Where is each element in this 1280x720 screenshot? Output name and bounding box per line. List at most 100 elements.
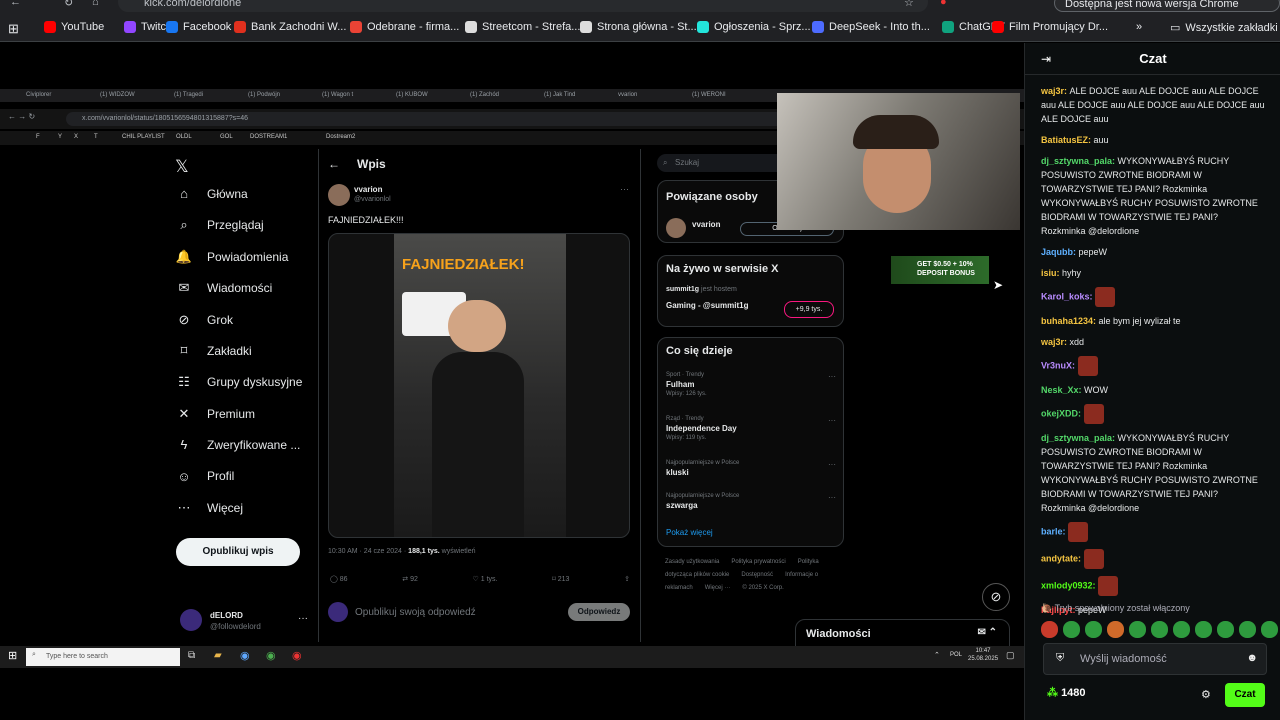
chat-send-button[interactable]: Czat xyxy=(1225,683,1265,707)
cursor-icon: ➤ xyxy=(993,278,1004,292)
bolt-icon: ϟ xyxy=(180,437,188,453)
live-count: +9,9 tys. xyxy=(784,301,834,318)
bookmark-favicon-icon xyxy=(124,21,136,33)
chat-separator: : xyxy=(1072,360,1078,371)
messages-drawer: Wiadomości ✉ ⌃ xyxy=(795,619,1010,647)
chat-username[interactable]: Karol_koks xyxy=(1041,291,1090,301)
chat-username[interactable]: BatiatusEZ xyxy=(1041,135,1088,145)
account-name: dELORD xyxy=(210,611,243,620)
chat-username[interactable]: isiu xyxy=(1041,268,1057,278)
chat-username[interactable]: barle xyxy=(1041,526,1063,536)
live-title: Na żywo w serwisie X xyxy=(666,263,779,275)
quick-emote-icon[interactable] xyxy=(1063,621,1080,638)
quick-emote-icon[interactable] xyxy=(1085,621,1102,638)
chat-username[interactable]: andytate xyxy=(1041,553,1078,563)
chat-username[interactable]: Jaqubb xyxy=(1041,247,1073,257)
chat-username[interactable]: Vr3nuX xyxy=(1041,360,1072,370)
extension-icon[interactable]: ● xyxy=(940,0,947,8)
chat-emote-icon xyxy=(1098,576,1119,596)
chat-username[interactable]: waj3r xyxy=(1041,86,1064,96)
stream-video[interactable]: Civiplorer (1) WIDZOW (1) Tragedi (1) Podwó… xyxy=(0,43,1024,671)
trend-more-icon: ··· xyxy=(828,372,836,381)
quick-emote-icon[interactable] xyxy=(1217,621,1234,638)
trend-category: Sport · Trendy xyxy=(666,372,705,378)
post-text: FAJNIEDZIAŁEK!!! xyxy=(328,215,404,225)
collapse-chat-icon[interactable]: ⇥ xyxy=(1041,43,1051,75)
tray-lang: POL xyxy=(950,652,963,658)
snail-icon: 🐌 xyxy=(1041,603,1053,613)
trend-item: Rząd · Trendy Independence Day Wpisy: 119 … xyxy=(666,416,836,441)
reload-icon[interactable]: ↻ xyxy=(64,0,73,9)
chat-text: WOW xyxy=(1084,385,1109,395)
bookmark-item[interactable]: Strona główna - St... xyxy=(580,21,697,33)
bookmark-item[interactable]: Twitch xyxy=(124,21,172,33)
quick-emote-icon[interactable] xyxy=(1107,621,1124,638)
inner-tab: (1) Podwójn xyxy=(248,92,281,98)
channel-points[interactable]: ⁂ 1480 xyxy=(1047,686,1086,699)
reply-avatar xyxy=(328,602,348,622)
chrome-update-button[interactable]: Dostępna jest nowa wersja Chrome xyxy=(1054,0,1280,12)
bookmark-item[interactable]: DeepSeek - Into th... xyxy=(812,21,930,33)
search-icon: ⌕ xyxy=(180,217,188,233)
bookmarks-bar: ⊞ YouTube Twitch Facebook Bank Zachodni W..… xyxy=(0,14,1280,42)
chevron-right-icon[interactable]: » xyxy=(1136,21,1142,33)
quick-emote-icon[interactable] xyxy=(1173,621,1190,638)
tray-chevron-icon: ⌃ xyxy=(934,652,940,659)
trend-more-icon: ··· xyxy=(828,416,836,425)
chat-username[interactable]: waj3r xyxy=(1041,337,1064,347)
home-icon[interactable]: ⌂ xyxy=(92,0,99,8)
back-icon[interactable]: ← xyxy=(10,0,21,8)
trend-count: Wpisy: 126 tys. xyxy=(666,391,707,397)
chat-input[interactable]: ⛨ Wyślij wiadomość ☻ xyxy=(1043,643,1267,675)
gear-icon[interactable]: ⚙ xyxy=(1201,688,1211,701)
chat-username[interactable]: xmlody0932 xyxy=(1041,580,1093,590)
chat-username[interactable]: dj_sztywna_pala xyxy=(1041,156,1112,166)
footer-link: Więcej ··· xyxy=(704,585,731,591)
trend-category: Najpopularniejsze w Polsce xyxy=(666,493,740,499)
author-name: vvarion xyxy=(354,185,383,194)
bookmark-item[interactable]: Streetcom - Strefa... xyxy=(465,21,580,33)
chrome-icon: ◉ xyxy=(266,650,276,662)
post-actions: ◯ 86 ⇄ 92 ♡ 1 tys. ⌑ 213 ⇪ xyxy=(330,575,630,583)
quick-emote-icon[interactable] xyxy=(1129,621,1146,638)
all-bookmarks[interactable]: ▭ Wszystkie zakładki xyxy=(1170,21,1278,35)
apps-grid-icon[interactable]: ⊞ xyxy=(8,21,19,37)
account-avatar xyxy=(180,609,202,631)
bookmark-item[interactable]: Bank Zachodni W... xyxy=(234,21,346,33)
inner-bookmark: T xyxy=(94,134,98,140)
quick-emote-icon[interactable] xyxy=(1195,621,1212,638)
x-nav-item: ⊘ Grok xyxy=(175,312,233,328)
address-bar[interactable]: kick.com/delordione xyxy=(118,0,928,12)
quick-emote-icon[interactable] xyxy=(1261,621,1278,638)
chat-username[interactable]: buhaha1234 xyxy=(1041,316,1093,326)
star-icon[interactable]: ☆ xyxy=(904,0,914,9)
bookmark-item[interactable]: Odebrane - firma... xyxy=(350,21,459,33)
quick-emote-icon[interactable] xyxy=(1239,621,1256,638)
bookmark-favicon-icon xyxy=(812,21,824,33)
bookmark-item[interactable]: YouTube xyxy=(44,21,104,33)
bookmark-item[interactable]: Facebook xyxy=(166,21,231,33)
post-more-icon: ··· xyxy=(620,184,629,194)
chat-emote-icon xyxy=(1083,404,1104,424)
chat-message: xmlody0932: xyxy=(1041,576,1265,596)
bookmark-item[interactable]: Film Promujący Dr... xyxy=(992,21,1108,33)
chat-username[interactable]: Nesk_Xx xyxy=(1041,385,1079,395)
chat-panel: ⇥ Czat waj3r: ALE DOJCE auu ALE DOJCE au… xyxy=(1024,43,1280,720)
video-frame: FAJNIEDZIAŁEK! xyxy=(394,234,566,537)
inner-tab: vvarion xyxy=(618,92,638,98)
bookmark-item[interactable]: Ogłoszenia - Sprz... xyxy=(697,21,811,33)
chat-message: waj3r: ALE DOJCE auu ALE DOJCE auu ALE D… xyxy=(1041,84,1265,126)
quick-emote-icon[interactable] xyxy=(1151,621,1168,638)
chat-username[interactable]: okejXDD xyxy=(1041,408,1078,418)
trend-count: Wpisy: 119 tys. xyxy=(666,435,707,441)
chat-text: auu xyxy=(1093,135,1109,145)
trending-card: Co się dzieje Sport · Trendy Fulham Wpisy:… xyxy=(657,337,844,547)
chat-username[interactable]: dj_sztywna_pala xyxy=(1041,433,1112,443)
chat-message: Jaqubb: pepeW xyxy=(1041,245,1265,259)
chat-text: ale bym jej wylizał te xyxy=(1098,316,1181,326)
inner-bookmark: Dostream2 xyxy=(326,134,356,140)
quick-emote-icon[interactable] xyxy=(1041,621,1058,638)
x-logo-icon: 𝕏 xyxy=(175,157,189,176)
emoji-icon[interactable]: ☻ xyxy=(1246,652,1258,664)
inner-tab: (1) Zachód xyxy=(470,92,500,98)
